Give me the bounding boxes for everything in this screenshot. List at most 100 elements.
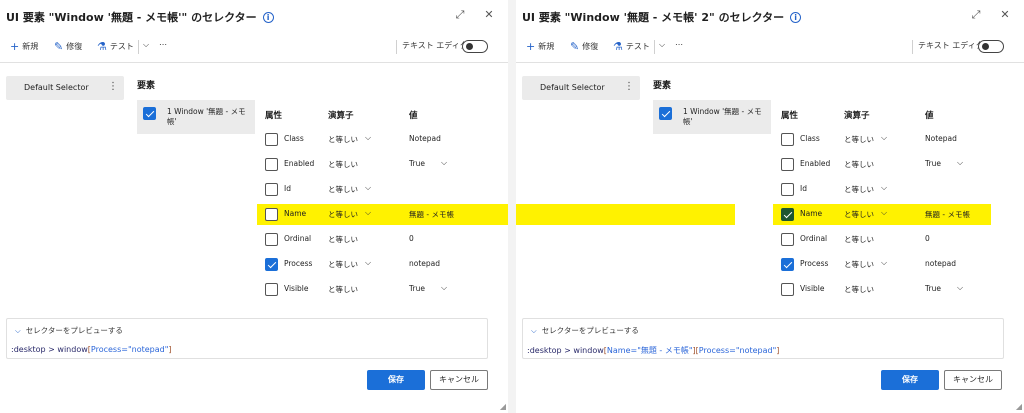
- info-icon[interactable]: i: [790, 12, 802, 23]
- chevron-down-icon[interactable]: ⌵: [441, 283, 447, 293]
- repair-button[interactable]: ✎ 修復: [570, 40, 598, 53]
- attribute-value[interactable]: 無題 - メモ帳: [925, 209, 970, 220]
- test-button[interactable]: ⚗ テスト: [97, 40, 134, 53]
- attribute-checkbox[interactable]: [265, 233, 278, 246]
- resize-grip-icon[interactable]: ◢: [1016, 402, 1022, 411]
- attribute-checkbox[interactable]: [781, 233, 794, 246]
- save-button[interactable]: 保存: [367, 370, 425, 390]
- new-button[interactable]: + 新規: [10, 40, 38, 53]
- chevron-down-icon[interactable]: ⌵: [659, 40, 665, 50]
- chevron-down-icon[interactable]: ⌵: [957, 158, 963, 168]
- header-value: 値: [925, 111, 934, 121]
- more-icon[interactable]: ⋯: [159, 40, 167, 49]
- test-button[interactable]: ⚗ テスト: [613, 40, 650, 53]
- operator-select[interactable]: と等しい: [328, 159, 358, 170]
- plus-icon: +: [526, 40, 536, 53]
- repair-button[interactable]: ✎ 修復: [54, 40, 82, 53]
- expand-icon[interactable]: ⤢: [969, 8, 983, 22]
- element-checkbox[interactable]: [659, 107, 672, 120]
- attribute-checkbox[interactable]: [781, 133, 794, 146]
- chevron-down-icon[interactable]: ⌵: [441, 158, 447, 168]
- attribute-value[interactable]: True: [925, 159, 941, 168]
- chevron-down-icon[interactable]: ⌵: [365, 258, 371, 268]
- attribute-row-class: Class と等しい ⌵ Notepad: [265, 130, 495, 150]
- save-button[interactable]: 保存: [881, 370, 939, 390]
- attribute-value[interactable]: Notepad: [409, 134, 441, 143]
- chevron-down-icon[interactable]: ⌵: [881, 258, 887, 268]
- close-icon[interactable]: ✕: [482, 8, 496, 22]
- operator-select[interactable]: と等しい: [328, 209, 358, 220]
- operator-select[interactable]: と等しい: [328, 259, 358, 270]
- more-vertical-icon[interactable]: ⋮: [624, 81, 634, 92]
- chevron-down-icon[interactable]: ⌵: [365, 208, 371, 218]
- operator-select[interactable]: と等しい: [844, 134, 874, 145]
- chevron-down-icon[interactable]: ⌵: [365, 183, 371, 193]
- attribute-checkbox[interactable]: [265, 208, 278, 221]
- attribute-value[interactable]: notepad: [409, 259, 440, 268]
- operator-select[interactable]: と等しい: [844, 259, 874, 270]
- operator-select[interactable]: と等しい: [328, 234, 358, 245]
- attribute-checkbox[interactable]: [265, 283, 278, 296]
- close-icon[interactable]: ✕: [998, 8, 1012, 22]
- plus-icon: +: [10, 40, 20, 53]
- attribute-value[interactable]: True: [409, 284, 425, 293]
- selector-label: Default Selector: [540, 83, 605, 92]
- operator-select[interactable]: と等しい: [844, 284, 874, 295]
- attribute-value[interactable]: notepad: [925, 259, 956, 268]
- more-icon[interactable]: ⋯: [675, 40, 683, 49]
- attribute-checkbox[interactable]: [781, 283, 794, 296]
- attribute-name: Process: [284, 259, 313, 268]
- new-button[interactable]: + 新規: [526, 40, 554, 53]
- operator-select[interactable]: と等しい: [844, 159, 874, 170]
- preview-toggle[interactable]: ⌵ セレクターをプレビューする: [531, 325, 639, 336]
- attribute-value[interactable]: Notepad: [925, 134, 957, 143]
- section-title: 要素: [137, 81, 156, 91]
- attribute-checkbox[interactable]: [265, 133, 278, 146]
- chevron-down-icon[interactable]: ⌵: [143, 40, 149, 50]
- toolbar-separator: [138, 40, 139, 54]
- flask-icon: ⚗: [97, 40, 107, 53]
- attribute-checkbox[interactable]: [265, 258, 278, 271]
- element-label: 1 Window '無題 - メモ帳': [683, 107, 762, 126]
- attribute-value[interactable]: True: [409, 159, 425, 168]
- chevron-down-icon: ⌵: [531, 326, 537, 335]
- expand-icon[interactable]: ⤢: [453, 8, 467, 22]
- operator-select[interactable]: と等しい: [844, 234, 874, 245]
- attribute-value[interactable]: 0: [925, 234, 930, 243]
- operator-select[interactable]: と等しい: [328, 134, 358, 145]
- selector-list-item[interactable]: Default Selector ⋮: [522, 76, 640, 100]
- chevron-down-icon[interactable]: ⌵: [365, 133, 371, 143]
- attribute-value[interactable]: 無題 - メモ帳: [409, 209, 454, 220]
- attribute-checkbox[interactable]: [265, 158, 278, 171]
- attribute-row-visible: Visible と等しい True ⌵: [781, 280, 1011, 300]
- attribute-checkbox[interactable]: [781, 183, 794, 196]
- info-icon[interactable]: i: [262, 12, 274, 23]
- attribute-checkbox[interactable]: [265, 183, 278, 196]
- operator-select[interactable]: と等しい: [844, 184, 874, 195]
- preview-toggle[interactable]: ⌵ セレクターをプレビューする: [15, 325, 123, 336]
- operator-select[interactable]: と等しい: [328, 284, 358, 295]
- text-editor-toggle[interactable]: [462, 40, 488, 53]
- operator-select[interactable]: と等しい: [844, 209, 874, 220]
- attribute-value[interactable]: 0: [409, 234, 414, 243]
- chevron-down-icon[interactable]: ⌵: [881, 133, 887, 143]
- chevron-down-icon[interactable]: ⌵: [881, 183, 887, 193]
- resize-grip-icon[interactable]: ◢: [500, 402, 506, 411]
- chevron-down-icon[interactable]: ⌵: [957, 283, 963, 293]
- selector-list-item[interactable]: Default Selector ⋮: [6, 76, 124, 100]
- attribute-value[interactable]: True: [925, 284, 941, 293]
- cancel-button[interactable]: キャンセル: [430, 370, 488, 390]
- attribute-row-id: Id と等しい ⌵: [265, 180, 495, 200]
- operator-select[interactable]: と等しい: [328, 184, 358, 195]
- element-item[interactable]: 1 Window '無題 - メモ帳': [653, 100, 771, 134]
- dialog-title: UI 要素 "Window '無題 - メモ帳'" のセレクター i: [6, 9, 274, 25]
- attribute-checkbox[interactable]: [781, 258, 794, 271]
- element-item[interactable]: 1 Window '無題 - メモ帳': [137, 100, 255, 134]
- cancel-button[interactable]: キャンセル: [944, 370, 1002, 390]
- text-editor-toggle[interactable]: [978, 40, 1004, 53]
- more-vertical-icon[interactable]: ⋮: [108, 81, 118, 92]
- attribute-checkbox[interactable]: [781, 208, 794, 221]
- chevron-down-icon[interactable]: ⌵: [881, 208, 887, 218]
- element-checkbox[interactable]: [143, 107, 156, 120]
- attribute-checkbox[interactable]: [781, 158, 794, 171]
